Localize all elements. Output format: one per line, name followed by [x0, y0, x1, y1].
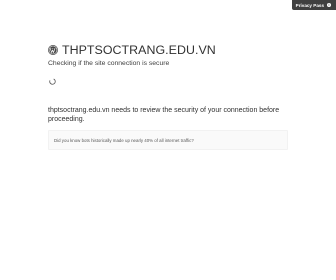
- status-subtitle: Checking if the site connection is secur…: [48, 60, 170, 67]
- title-row: THPTSOCTRANG.EDU.VN: [48, 43, 300, 57]
- privacy-pass-button[interactable]: Privacy Pass i: [291, 0, 336, 10]
- wordpress-logo-icon: [48, 45, 58, 55]
- loading-spinner-icon: [49, 78, 56, 85]
- security-description: thptsoctrang.edu.vn needs to review the …: [48, 107, 280, 123]
- tip-text: Did you know bots historically made up n…: [54, 137, 194, 143]
- privacy-pass-label: Privacy Pass: [295, 2, 324, 8]
- tip-box: Did you know bots historically made up n…: [48, 130, 288, 150]
- main-content: THPTSOCTRANG.EDU.VN Checking if the site…: [48, 43, 300, 150]
- info-icon: i: [327, 3, 331, 7]
- challenge-page: Privacy Pass i THPTSOCTRANG.EDU.VN Check…: [0, 0, 336, 280]
- page-title: THPTSOCTRANG.EDU.VN: [62, 43, 216, 57]
